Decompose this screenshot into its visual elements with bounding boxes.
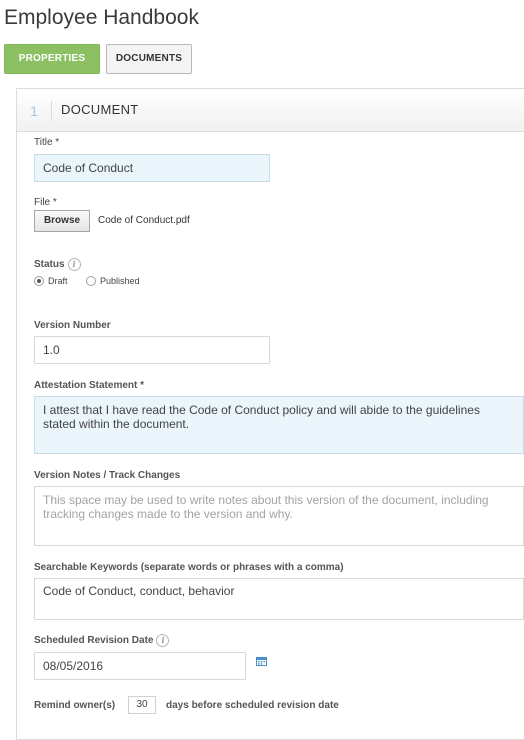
file-name: Code of Conduct.pdf <box>98 215 190 226</box>
revision-date-input[interactable]: 08/05/2016 <box>34 652 246 680</box>
radio-draft[interactable] <box>34 276 44 286</box>
version-notes-label: Version Notes / Track Changes <box>34 470 181 481</box>
radio-draft-label: Draft <box>48 276 68 286</box>
attestation-label: Attestation Statement * <box>34 380 145 391</box>
keywords-label: Searchable Keywords (separate words or p… <box>34 562 344 573</box>
file-label: File * <box>34 197 57 208</box>
status-label-text: Status <box>34 259 65 271</box>
browse-button[interactable]: Browse <box>34 210 90 232</box>
version-number-label: Version Number <box>34 320 111 331</box>
title-label: Title * <box>34 137 60 148</box>
tab-properties[interactable]: PROPERTIES <box>4 44 100 74</box>
remind-prefix: Remind owner(s) <box>34 700 116 711</box>
attestation-textarea[interactable]: I attest that I have read the Code of Co… <box>34 396 524 454</box>
section-header: 1 DOCUMENT <box>17 89 524 132</box>
section-number: 1 <box>17 101 52 121</box>
radio-published-label: Published <box>100 276 140 286</box>
title-input[interactable]: Code of Conduct <box>34 154 270 182</box>
info-icon[interactable]: i <box>156 634 170 647</box>
revision-date-label: Scheduled Revision Date i <box>34 634 170 647</box>
keywords-input[interactable]: Code of Conduct, conduct, behavior <box>34 578 524 620</box>
tab-documents[interactable]: DOCUMENTS <box>106 44 192 74</box>
remind-days-input[interactable]: 30 <box>128 696 156 714</box>
version-notes-placeholder: This space may be used to write notes ab… <box>43 493 489 521</box>
info-icon[interactable]: i <box>67 258 81 271</box>
calendar-icon[interactable] <box>256 656 267 666</box>
remind-suffix: days before scheduled revision date <box>166 700 339 711</box>
radio-published[interactable] <box>86 276 96 286</box>
version-number-input[interactable]: 1.0 <box>34 336 270 364</box>
revision-date-label-text: Scheduled Revision Date <box>34 635 154 647</box>
section-title: DOCUMENT <box>61 102 139 117</box>
status-label: Status i <box>34 258 81 271</box>
page-title: Employee Handbook <box>4 6 199 29</box>
version-notes-textarea[interactable]: This space may be used to write notes ab… <box>34 486 524 546</box>
